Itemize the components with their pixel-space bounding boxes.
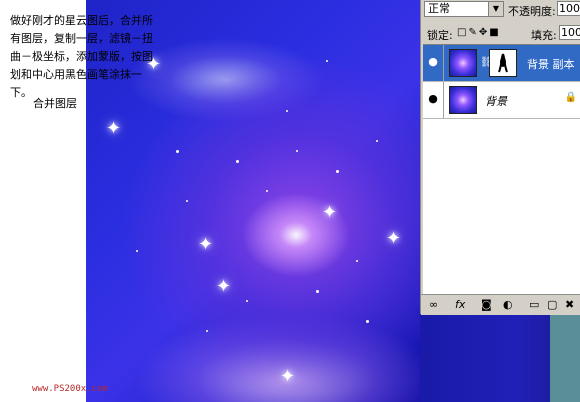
instruction-text: 做好刚才的星云图后，合并所有图层，复制一层，滤镜－扭曲－极坐标，添加蒙版，按图划… <box>10 14 153 99</box>
layer-name[interactable]: 背景 <box>485 93 507 109</box>
star-dot <box>236 160 239 163</box>
star-dot <box>316 290 319 293</box>
sparkle-icon: ✦ <box>198 234 214 255</box>
eye-icon[interactable]: ● <box>426 93 440 105</box>
layer-name[interactable]: 背景 副本 <box>527 56 575 72</box>
delete-layer-icon[interactable]: ✖ <box>565 296 574 314</box>
opacity-field[interactable]: 100% <box>557 1 580 16</box>
sparkle-icon: ✦ <box>280 366 296 387</box>
blend-mode-select[interactable]: 正常 ▼ <box>424 1 504 17</box>
star-dot <box>336 170 339 173</box>
lock-position-icon[interactable]: ✥ <box>479 27 489 38</box>
fill-field[interactable]: 100% <box>559 25 580 40</box>
star-dot <box>246 300 248 302</box>
star-dot <box>366 320 369 323</box>
lock-all-icon[interactable]: ■ <box>489 27 500 38</box>
merge-layers-label: 合并图层 <box>33 97 77 110</box>
star-dot <box>176 150 179 153</box>
sparkle-icon: ✦ <box>386 228 402 249</box>
eye-icon[interactable]: ● <box>426 56 440 68</box>
layer-thumbnail[interactable] <box>449 86 477 114</box>
document-canvas[interactable]: ✦ ✦ ✦ ✦ ✦ ✦ ✦ 做好刚才的星云图后，合并所有图层，复制一层，滤镜－扭… <box>0 0 420 402</box>
add-mask-icon[interactable]: ◙ <box>481 296 492 314</box>
blend-row: 正常 ▼ 不透明度: 100% <box>421 0 580 20</box>
star-dot <box>296 150 298 152</box>
layers-list: ● ⛓ 背景 副本 ● 背景 🔒 <box>423 44 580 295</box>
watermark: www.PS200x.com <box>32 384 108 394</box>
layer-mask-thumbnail[interactable] <box>489 49 517 77</box>
star-dot <box>206 330 208 332</box>
blend-mode-value: 正常 <box>428 2 450 15</box>
lock-image-icon[interactable]: ✎ <box>468 27 478 38</box>
lock-options: □✎✥■ <box>457 27 501 38</box>
sparkle-icon: ✦ <box>322 202 338 223</box>
layer-row-background-copy[interactable]: ● ⛓ 背景 副本 <box>423 45 580 82</box>
star-dot <box>356 260 358 262</box>
star-dot <box>326 60 328 62</box>
divider <box>443 45 444 81</box>
fx-icon[interactable]: fx <box>455 296 465 314</box>
link-layers-icon[interactable]: ∞ <box>429 296 438 314</box>
window-background <box>550 314 580 402</box>
star-dot <box>286 110 288 112</box>
new-group-icon[interactable]: ▭ <box>529 296 539 314</box>
layer-thumbnail[interactable] <box>449 49 477 77</box>
star-dot <box>186 200 188 202</box>
lock-transparency-icon[interactable]: □ <box>457 27 468 38</box>
new-layer-icon[interactable]: ▢ <box>547 296 557 314</box>
opacity-label: 不透明度: <box>508 5 556 18</box>
star-dot <box>266 190 268 192</box>
divider <box>443 82 444 118</box>
star-dot <box>136 250 138 252</box>
lock-row: 锁定: □✎✥■ 填充: 100% <box>421 24 580 42</box>
canvas-edge-strip <box>420 314 580 402</box>
adjustment-layer-icon[interactable]: ◐ <box>503 296 513 314</box>
chevron-down-icon[interactable]: ▼ <box>488 2 503 16</box>
layers-panel-toolbar: ∞ fx ◙ ◐ ▭ ▢ ✖ <box>421 294 580 315</box>
star-dot <box>376 140 378 142</box>
lock-icon: 🔒 <box>564 92 577 103</box>
fill-label: 填充: <box>531 29 557 42</box>
sparkle-icon: ✦ <box>106 118 122 139</box>
layer-row-background[interactable]: ● 背景 🔒 <box>423 82 580 119</box>
lock-label: 锁定: <box>427 29 453 42</box>
layers-panel: 正常 ▼ 不透明度: 100% 锁定: □✎✥■ 填充: 100% ● ⛓ <box>420 0 580 315</box>
sparkle-icon: ✦ <box>216 276 232 297</box>
